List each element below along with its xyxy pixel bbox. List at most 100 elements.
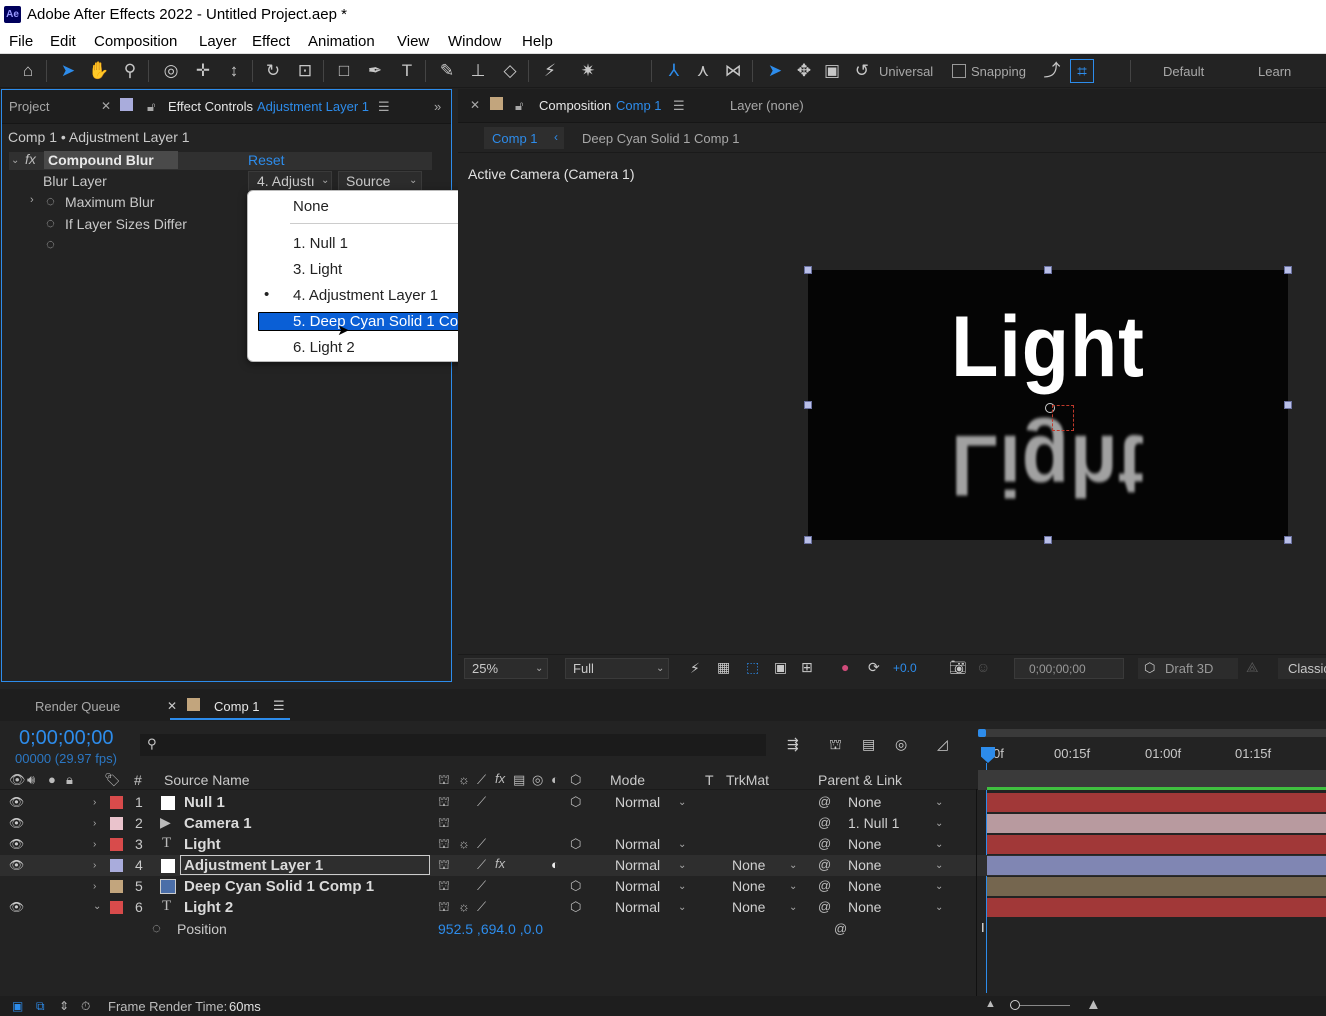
quality-icon[interactable]: ⟋ [477, 857, 486, 873]
stopwatch-icon[interactable]: ◌ [46, 193, 55, 210]
snapping-checkbox[interactable] [952, 64, 966, 78]
parent-select[interactable]: None [848, 899, 881, 915]
in-out-icon[interactable]: ⇕ [59, 999, 69, 1013]
label-color[interactable] [110, 901, 123, 914]
resolution-select[interactable]: Full ⌄ [565, 658, 669, 679]
chevron-down-icon[interactable]: ⌄ [678, 881, 686, 892]
blur-layer-select[interactable]: 4. Adjustı ⌄ [248, 171, 332, 191]
menu-file[interactable]: File [9, 33, 33, 50]
chevron-down-icon[interactable]: ⌄ [935, 902, 943, 913]
exposure-value[interactable]: +0.0 [893, 661, 917, 675]
shy-icon[interactable]: ⛫ [438, 878, 450, 896]
work-area-start-handle[interactable] [978, 729, 986, 737]
timecode-field[interactable]: 0;00;00;00 [1014, 658, 1124, 679]
region-of-interest-icon[interactable]: ▣ [774, 659, 787, 676]
menu-view[interactable]: View [397, 33, 429, 50]
color-management-icon[interactable]: ⟳ [868, 659, 880, 676]
current-time[interactable]: 0;00;00;00 [19, 727, 114, 750]
layer-duration-bar[interactable] [987, 835, 1326, 854]
parent-select[interactable]: None [848, 836, 881, 852]
show-snapshot-icon[interactable]: ☺ [976, 659, 990, 675]
chevron-down-icon[interactable]: ⌄ [789, 860, 797, 871]
expand-caret-icon[interactable]: › [93, 818, 96, 829]
tab-layer[interactable]: Layer (none) [730, 98, 804, 113]
menu-edit[interactable]: Edit [50, 33, 76, 50]
pickwhip-icon[interactable]: @ [818, 794, 831, 809]
orbit-camera-icon[interactable]: ◎ [159, 59, 183, 83]
reset-link[interactable]: Reset [248, 152, 285, 168]
transform-handle[interactable] [1284, 401, 1292, 409]
dolly-camera-icon[interactable]: ↕ [222, 59, 246, 83]
label-color[interactable] [110, 859, 123, 872]
collapse-icon[interactable]: ☼ [458, 899, 470, 914]
pickwhip-icon[interactable]: @ [818, 878, 831, 893]
tab-composition[interactable]: Composition [539, 98, 611, 113]
comp-mini-flowchart-icon[interactable]: ⇶ [787, 736, 799, 753]
blur-layer-source-select[interactable]: Source ⌄ [338, 171, 422, 191]
panel-menu-icon[interactable]: ☰ [673, 98, 685, 114]
expand-caret-icon[interactable]: › [93, 860, 96, 871]
label-tag-icon[interactable]: 🏷︎ [104, 772, 121, 788]
graph-editor-icon[interactable]: ◿ [937, 736, 948, 753]
lock-icon[interactable]: 🔓︎ [515, 98, 523, 114]
quality-icon[interactable]: ⟋ [477, 878, 486, 894]
chevron-down-icon[interactable]: ⌄ [789, 881, 797, 892]
shy-icon[interactable]: ⛫ [438, 794, 450, 812]
brush-tool-icon[interactable]: ✎ [435, 59, 459, 83]
expand-panels-icon[interactable]: » [434, 99, 441, 114]
parent-select[interactable]: None [848, 794, 881, 810]
shy-icon[interactable]: ⛫ [438, 899, 450, 917]
video-toggle-icon[interactable]: 👁︎ [9, 772, 26, 788]
zoom-out-icon[interactable]: ▲ [985, 998, 996, 1010]
expand-caret-icon[interactable]: › [30, 194, 34, 206]
grid-guides-icon[interactable]: ⊞ [801, 659, 813, 676]
chevron-down-icon[interactable]: ⌄ [678, 860, 686, 871]
zoom-in-icon[interactable]: ▲ [1086, 996, 1101, 1013]
clone-stamp-tool-icon[interactable]: ⊥ [466, 59, 490, 83]
panel-menu-icon[interactable]: ☰ [378, 99, 390, 115]
layer-name[interactable]: Adjustment Layer 1 [184, 857, 323, 874]
zoom-tool-icon[interactable]: ⚲ [118, 59, 142, 83]
pan-behind-tool-icon[interactable]: ⊡ [293, 59, 317, 83]
collapse-icon[interactable]: ☼ [458, 836, 470, 851]
layer-row[interactable]: 👁︎ › 2 ▶ Camera 1 ⛫ @ 1. Null 1 ⌄ [0, 813, 1326, 834]
transform-handle[interactable] [1284, 266, 1292, 274]
view-axis-icon[interactable]: ⋈ [721, 59, 745, 83]
lock-icon[interactable]: 🔓︎ [147, 99, 155, 115]
fast-previews-icon[interactable]: ⚡ [690, 660, 700, 677]
shy-icon[interactable]: ⛫ [438, 815, 450, 833]
parent-select[interactable]: None [848, 878, 881, 894]
chevron-down-icon[interactable]: ⌄ [678, 839, 686, 850]
audio-toggle-icon[interactable]: 🔊︎ [27, 772, 35, 788]
pan-camera-icon[interactable]: ✛ [191, 59, 215, 83]
puppet-tool-icon[interactable]: ✷ [576, 59, 600, 83]
layer-name[interactable]: Light 2 [184, 899, 233, 916]
layer-duration-bar[interactable] [987, 898, 1326, 917]
visibility-eye-icon[interactable]: 👁︎ [9, 858, 24, 872]
tab-effect-controls-layer[interactable]: Adjustment Layer 1 [257, 99, 369, 114]
fx-icon[interactable]: fx [25, 151, 36, 167]
color-channels-icon[interactable]: ● [841, 659, 849, 675]
label-color[interactable] [110, 880, 123, 893]
position-value[interactable]: 952.5 ,694.0 ,0.0 [438, 921, 543, 937]
parent-select[interactable]: None [848, 857, 881, 873]
visibility-eye-icon[interactable]: 👁︎ [9, 837, 24, 851]
eraser-tool-icon[interactable]: ◇ [498, 59, 522, 83]
transform-handle[interactable] [804, 401, 812, 409]
menu-help[interactable]: Help [522, 33, 553, 50]
tab-effect-controls[interactable]: Effect Controls [168, 99, 253, 114]
selection-tool-icon[interactable]: ➤ [56, 59, 80, 83]
pickwhip-icon[interactable]: @ [818, 815, 831, 830]
trkmat-select[interactable]: None [732, 878, 765, 894]
layer-duration-bar[interactable] [987, 856, 1326, 875]
3d-layer-icon[interactable]: ⬡ [570, 836, 581, 852]
visibility-eye-icon[interactable]: 👁︎ [9, 900, 24, 914]
menu-animation[interactable]: Animation [308, 33, 375, 50]
shy-icon[interactable]: ⛫ [438, 857, 450, 875]
renderer-select[interactable]: Classic [1278, 658, 1326, 679]
chevron-down-icon[interactable]: ⌄ [935, 881, 943, 892]
stopwatch-icon[interactable]: ◌ [46, 236, 55, 253]
3d-layer-icon[interactable]: ⬡ [570, 899, 581, 915]
chevron-down-icon[interactable]: ⌄ [935, 818, 943, 829]
parent-select[interactable]: 1. Null 1 [848, 815, 899, 831]
